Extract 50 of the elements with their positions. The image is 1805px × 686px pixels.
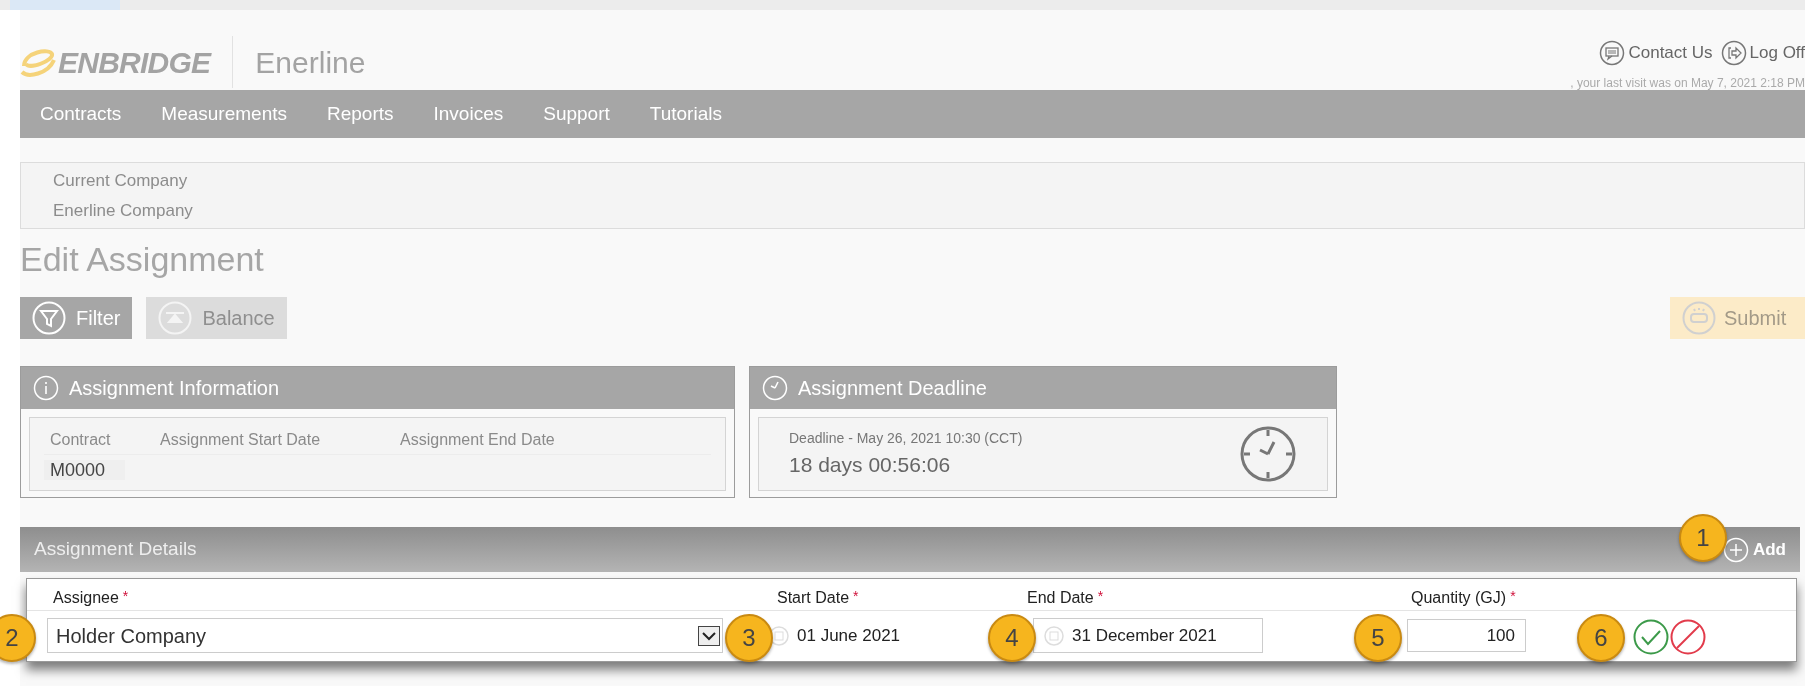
log-off-link[interactable]: Log Off bbox=[1720, 40, 1805, 66]
calendar-icon bbox=[769, 625, 789, 646]
calendar-icon bbox=[1044, 625, 1064, 646]
required-mark: * bbox=[853, 587, 859, 606]
column-header: Start Date bbox=[777, 588, 850, 608]
nav-item[interactable]: Tutorials bbox=[649, 99, 722, 129]
deadline-text: Deadline - May 26, 2021 10:30 (CCT) bbox=[789, 428, 1023, 448]
clock-icon bbox=[1239, 425, 1297, 483]
info-icon bbox=[33, 375, 59, 401]
app-name: Enerline bbox=[255, 44, 366, 81]
end-date-field[interactable]: 31 December 2021 bbox=[1033, 618, 1263, 653]
section-title: Assignment Details bbox=[34, 537, 197, 562]
chat-icon bbox=[1599, 40, 1626, 66]
last-visit-text: , your last visit was on May 7, 2021 2:18 PM bbox=[1570, 75, 1805, 92]
column-label: Assignment Start Date bbox=[160, 431, 321, 448]
required-mark: * bbox=[1097, 587, 1104, 606]
panel-title: Assignment Deadline bbox=[798, 376, 987, 401]
exit-icon bbox=[1720, 40, 1747, 66]
contact-link[interactable]: Contact Us bbox=[1599, 40, 1713, 66]
filter-icon bbox=[32, 301, 66, 335]
remaining-time: 18 days 00:56:06 bbox=[789, 451, 952, 478]
logo: ENBRIDGE bbox=[58, 44, 211, 81]
nav-item[interactable]: Reports bbox=[327, 99, 394, 129]
column-header: End Date bbox=[1027, 588, 1094, 608]
filter-button[interactable]: Filter bbox=[20, 297, 133, 339]
company-name: Enerline Company bbox=[53, 199, 194, 222]
plus-icon bbox=[1722, 536, 1749, 563]
nav-item[interactable]: Support bbox=[543, 99, 610, 129]
cancel-icon[interactable] bbox=[1670, 619, 1706, 655]
column-header: Quantity (GJ) bbox=[1411, 588, 1507, 608]
submit-icon bbox=[1682, 301, 1716, 335]
column-label: Assignment End Date bbox=[400, 431, 555, 448]
clock-icon bbox=[762, 375, 788, 401]
quantity-field[interactable]: 100 bbox=[1407, 619, 1526, 652]
nav-item[interactable]: Invoices bbox=[433, 99, 504, 129]
required-mark: * bbox=[1510, 587, 1516, 606]
balance-icon bbox=[158, 301, 193, 335]
nav-item[interactable]: Measurements bbox=[161, 99, 287, 129]
start-date-value[interactable]: 01 June 2021 bbox=[797, 623, 901, 649]
contract-value: M0000 bbox=[44, 460, 126, 480]
column-label: Contract bbox=[50, 431, 111, 448]
page-title: Edit Assignment bbox=[20, 239, 265, 280]
column-header: Assignee bbox=[53, 588, 119, 608]
nav-item[interactable]: Contracts bbox=[40, 99, 122, 129]
company-label: Current Company bbox=[53, 170, 189, 192]
panel-title: Assignment Information bbox=[69, 376, 280, 401]
required-mark: * bbox=[122, 587, 129, 606]
assignee-select[interactable]: Holder Company bbox=[47, 618, 723, 653]
dropdown-icon bbox=[698, 625, 720, 646]
confirm-icon[interactable] bbox=[1633, 619, 1669, 655]
